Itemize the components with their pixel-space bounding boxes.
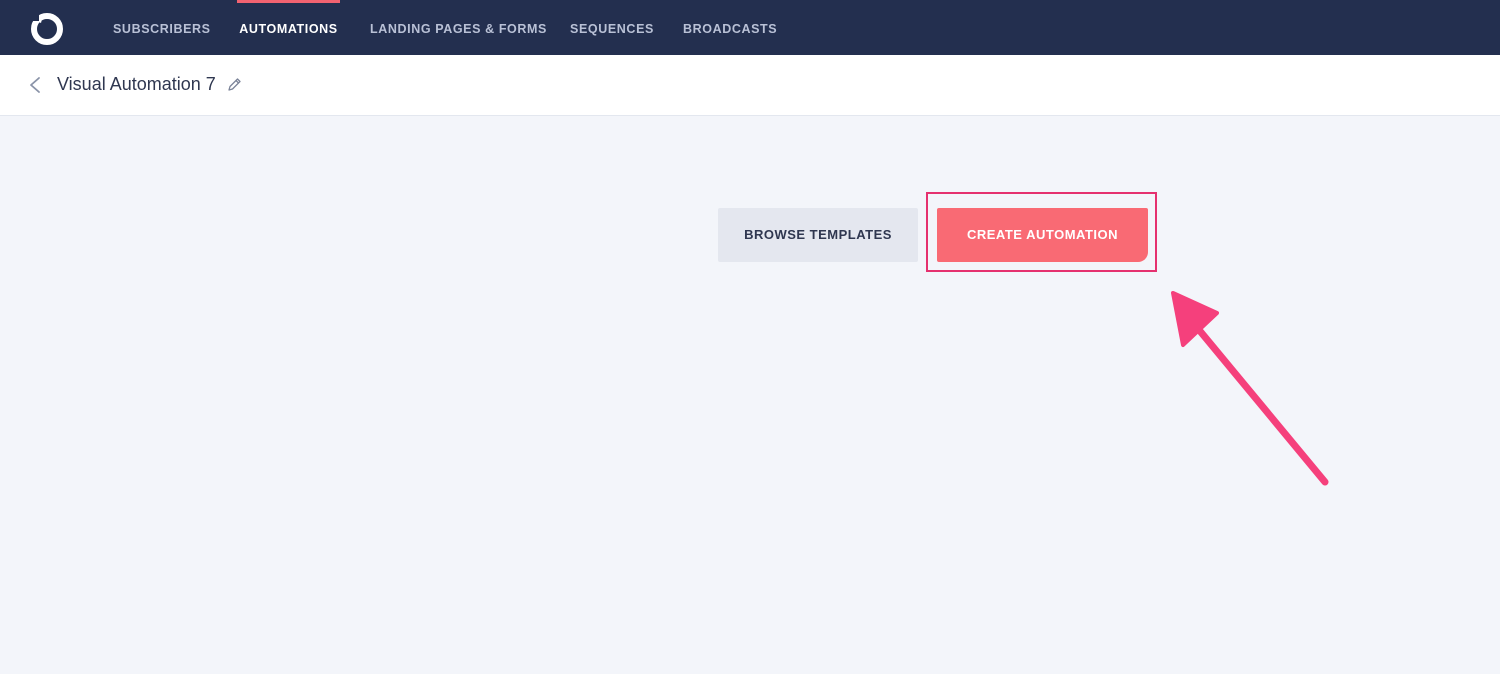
pointer-arrow-annotation <box>1171 291 1329 486</box>
chevron-left-icon[interactable] <box>26 75 44 95</box>
pencil-icon[interactable] <box>226 76 243 93</box>
page-header: Visual Automation 7 <box>0 55 1500 116</box>
nav-item-sequences[interactable]: SEQUENCES <box>570 0 654 55</box>
top-navigation-bar: SUBSCRIBERS AUTOMATIONS LANDING PAGES & … <box>0 0 1500 55</box>
nav-item-broadcasts[interactable]: BROADCASTS <box>683 0 777 55</box>
nav-item-subscribers[interactable]: SUBSCRIBERS <box>113 0 210 55</box>
create-automation-button[interactable]: CREATE AUTOMATION <box>937 208 1148 262</box>
nav-item-automations[interactable]: AUTOMATIONS <box>237 0 340 55</box>
page-title: Visual Automation 7 <box>57 74 216 94</box>
convertkit-logo-icon[interactable] <box>29 11 65 47</box>
nav-item-landing-pages-forms[interactable]: LANDING PAGES & FORMS <box>370 0 546 55</box>
browse-templates-button[interactable]: BROWSE TEMPLATES <box>718 208 918 262</box>
